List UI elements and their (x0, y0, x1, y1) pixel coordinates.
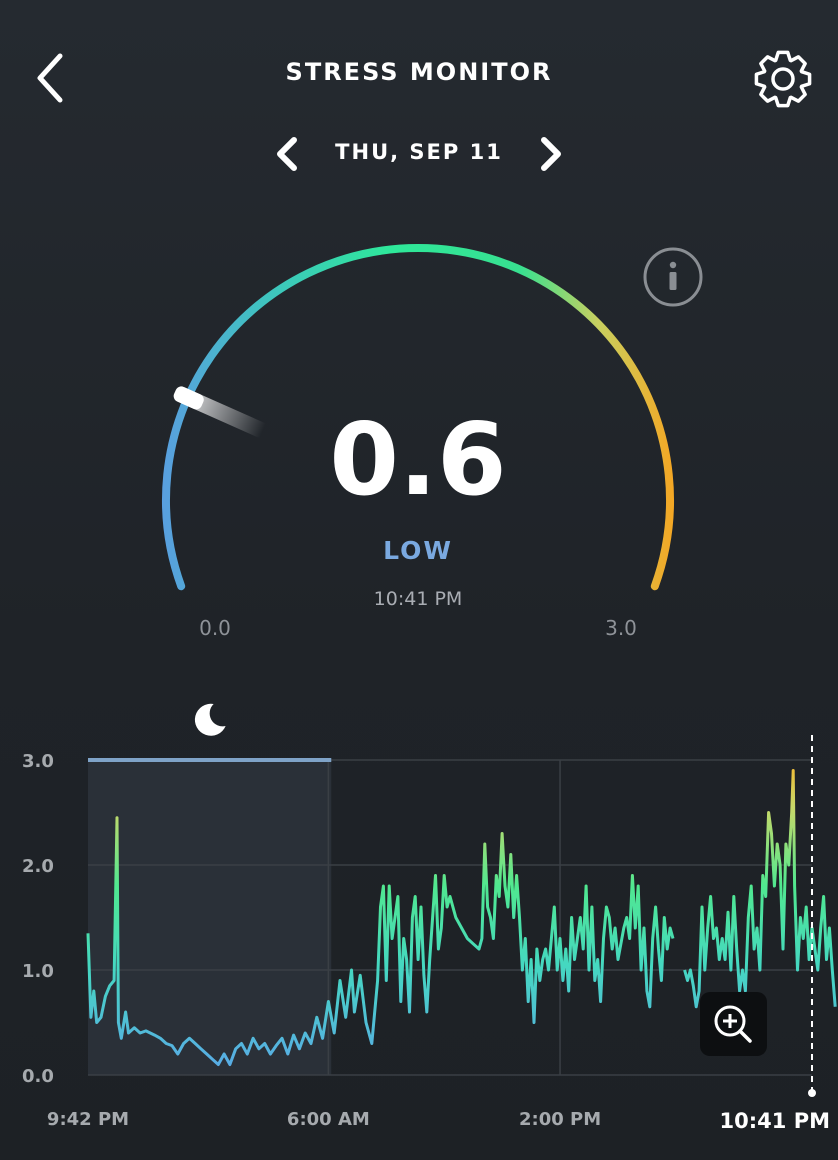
chevron-right-icon (541, 137, 561, 171)
current-time-dot (808, 1089, 816, 1097)
gauge-max-label: 3.0 (605, 616, 637, 640)
y-tick-label: 1.0 (22, 961, 54, 982)
measurement-time: 10:41 PM (373, 588, 463, 610)
y-tick-label: 0.0 (22, 1066, 54, 1087)
chevron-left-icon (277, 137, 297, 171)
next-day-button[interactable] (532, 134, 568, 174)
gauge-min-label: 0.0 (199, 616, 231, 640)
info-button[interactable] (642, 246, 704, 308)
date-label: THU, SEP 11 (335, 140, 503, 164)
x-tick-label: 2:00 PM (519, 1109, 601, 1130)
gear-icon (754, 50, 812, 108)
page-title: STRESS MONITOR (285, 58, 553, 86)
info-icon (643, 247, 703, 307)
previous-day-button[interactable] (270, 134, 306, 174)
stress-value: 0.6 (329, 401, 507, 518)
x-tick-label: 9:42 PM (47, 1109, 129, 1130)
stress-level-label: LOW (383, 536, 453, 565)
current-time-label: 10:41 PM (720, 1109, 830, 1133)
x-tick-label: 6:00 AM (287, 1109, 370, 1130)
stress-timeline-chart[interactable]: 0.0 1.0 2.0 3.0 9:42 PM 6:00 AM 2:00 PM 10:41 P… (0, 690, 838, 1160)
zoom-in-icon (714, 1005, 752, 1043)
zoom-button[interactable] (700, 992, 767, 1056)
settings-button[interactable] (748, 44, 818, 114)
y-tick-label: 2.0 (22, 856, 54, 877)
gauge-needle (173, 386, 266, 439)
moon-icon (194, 703, 226, 736)
y-tick-label: 3.0 (22, 751, 54, 772)
